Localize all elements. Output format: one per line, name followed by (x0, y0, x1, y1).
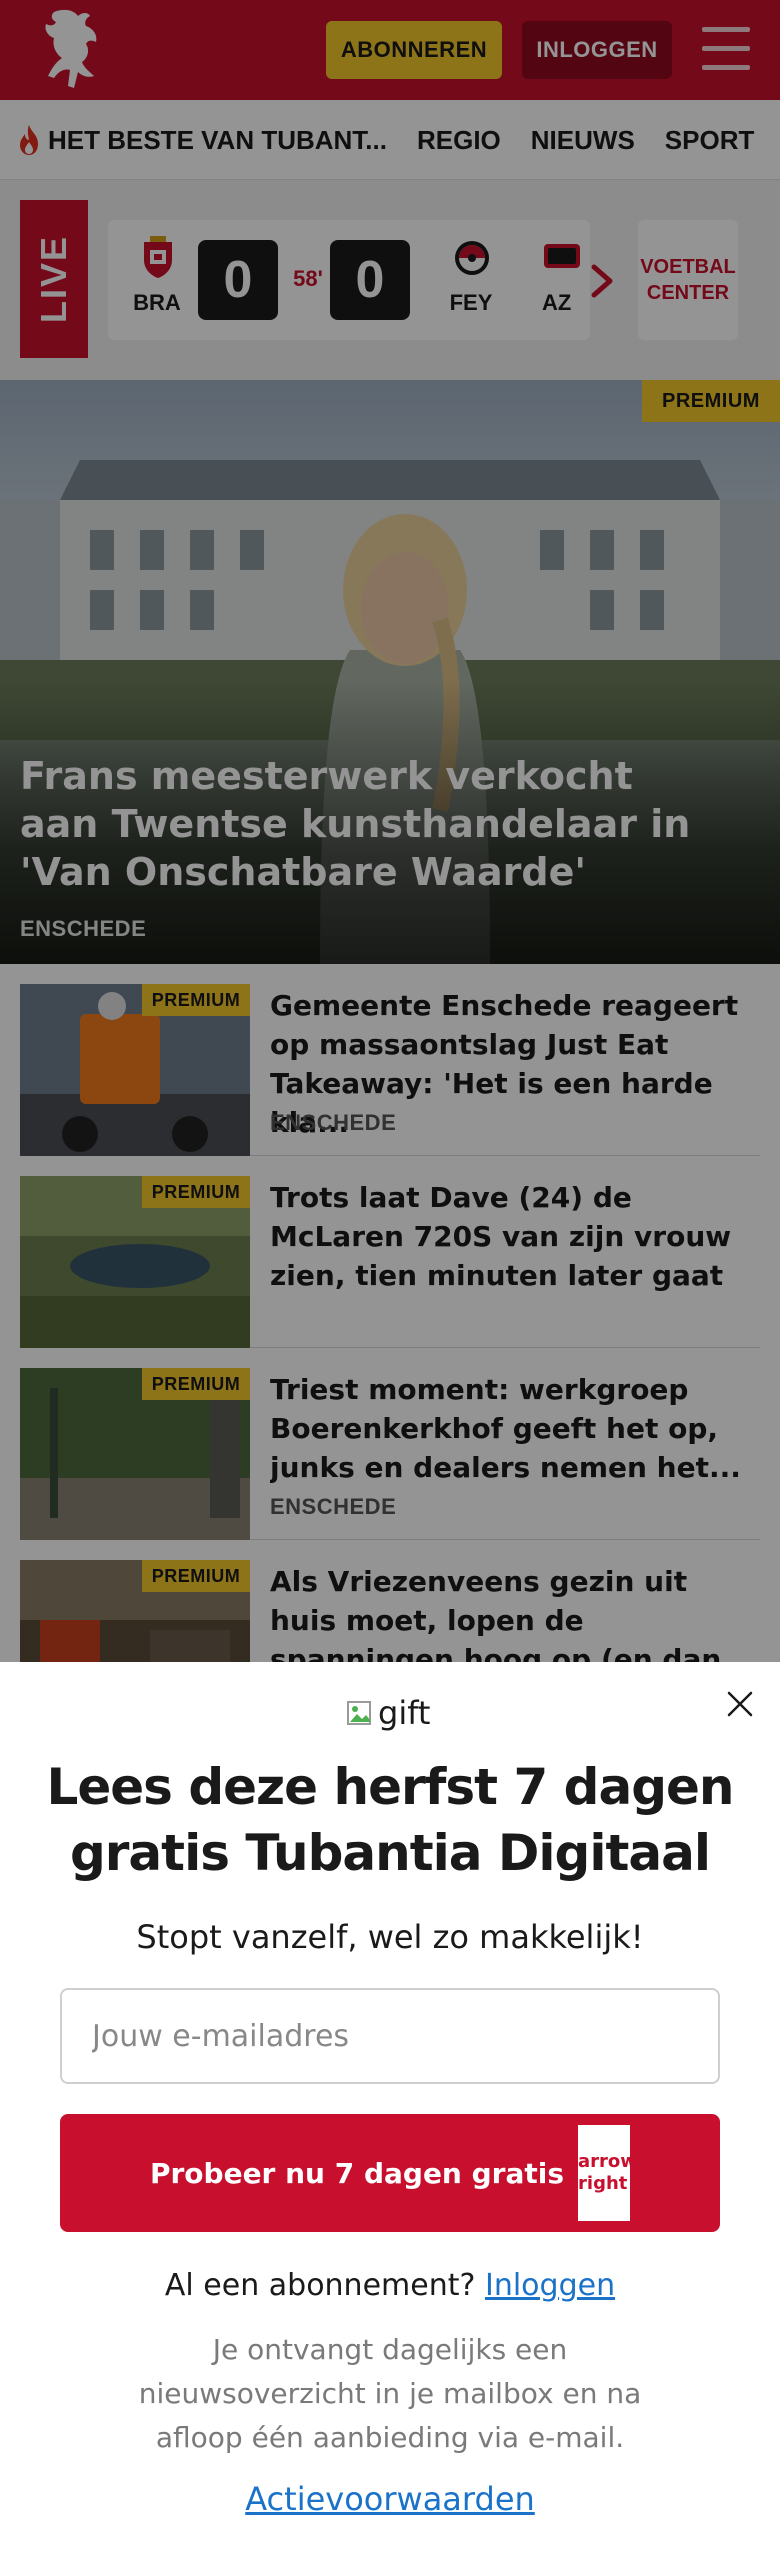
arrow-right-icon: arrow right (578, 2125, 631, 2221)
modal-title: Lees deze herfst 7 dagen gratis Tubantia… (46, 1758, 735, 1882)
gift-image: gift (346, 1692, 436, 1734)
modal-backdrop[interactable] (0, 0, 780, 1664)
login-link[interactable]: Inloggen (485, 2268, 615, 2303)
start-trial-button[interactable]: Probeer nu 7 dagen gratis arrow right (60, 2114, 720, 2232)
broken-image-icon (347, 1701, 371, 1725)
modal-subtitle: Stopt vanzelf, wel zo makkelijk! (136, 1918, 644, 1956)
existing-subscription-line: Al een abonnement? Inloggen (164, 2268, 616, 2303)
modal-disclaimer: Je ontvangt dagelijks een nieuwsoverzich… (138, 2333, 642, 2454)
subscription-modal: gift Lees deze herfst 7 dagen gratis Tub… (0, 1662, 780, 2560)
terms-link[interactable]: Actievoorwaarden (40, 2480, 740, 2518)
email-input[interactable] (60, 1988, 720, 2084)
close-icon[interactable] (724, 1688, 756, 1720)
